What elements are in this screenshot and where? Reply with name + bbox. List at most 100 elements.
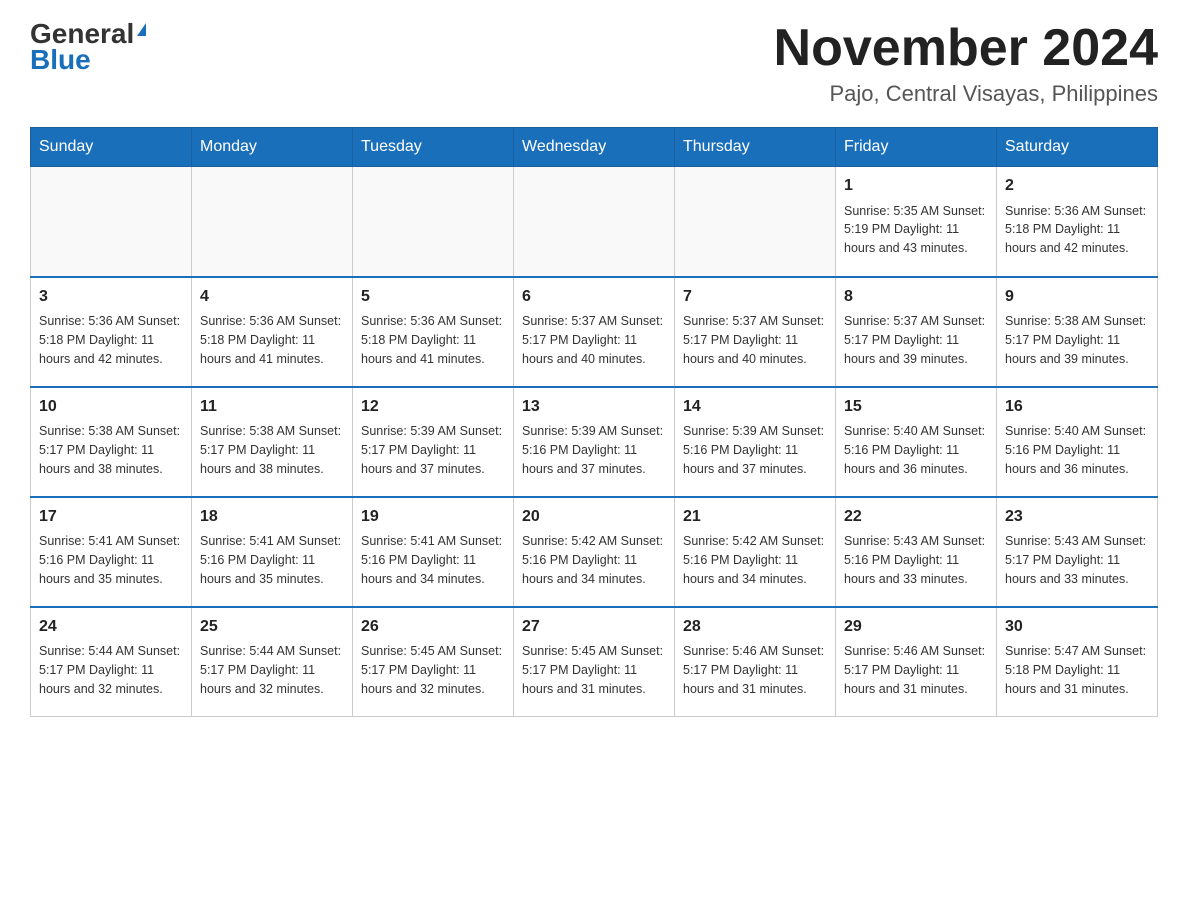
day-info: Sunrise: 5:46 AM Sunset: 5:17 PM Dayligh… (844, 642, 988, 698)
calendar-day-cell: 13 Sunrise: 5:39 AM Sunset: 5:16 PM Dayli… (514, 387, 675, 497)
day-of-week-header: Tuesday (353, 128, 514, 167)
calendar-day-cell: 8 Sunrise: 5:37 AM Sunset: 5:17 PM Daylig… (836, 277, 997, 387)
day-info: Sunrise: 5:37 AM Sunset: 5:17 PM Dayligh… (844, 312, 988, 368)
day-number: 4 (200, 286, 344, 308)
day-number: 10 (39, 396, 183, 418)
day-number: 1 (844, 175, 988, 197)
day-info: Sunrise: 5:45 AM Sunset: 5:17 PM Dayligh… (522, 642, 666, 698)
day-of-week-header: Monday (192, 128, 353, 167)
day-number: 28 (683, 616, 827, 638)
calendar-day-cell: 17 Sunrise: 5:41 AM Sunset: 5:16 PM Dayli… (31, 497, 192, 607)
calendar-day-cell: 9 Sunrise: 5:38 AM Sunset: 5:17 PM Daylig… (997, 277, 1158, 387)
calendar-day-cell: 23 Sunrise: 5:43 AM Sunset: 5:17 PM Dayli… (997, 497, 1158, 607)
day-info: Sunrise: 5:44 AM Sunset: 5:17 PM Dayligh… (39, 642, 183, 698)
calendar-week-row: 10 Sunrise: 5:38 AM Sunset: 5:17 PM Dayli… (31, 387, 1158, 497)
day-info: Sunrise: 5:36 AM Sunset: 5:18 PM Dayligh… (1005, 202, 1149, 258)
calendar-title: November 2024 (774, 20, 1158, 77)
day-number: 7 (683, 286, 827, 308)
day-number: 9 (1005, 286, 1149, 308)
day-number: 23 (1005, 506, 1149, 528)
day-info: Sunrise: 5:36 AM Sunset: 5:18 PM Dayligh… (361, 312, 505, 368)
day-info: Sunrise: 5:43 AM Sunset: 5:17 PM Dayligh… (1005, 532, 1149, 588)
calendar-day-cell: 26Sunrise: 5:45 AM Sunset: 5:17 PM Dayli… (353, 607, 514, 717)
calendar-week-row: 3 Sunrise: 5:36 AM Sunset: 5:18 PM Daylig… (31, 277, 1158, 387)
calendar-day-cell: 29 Sunrise: 5:46 AM Sunset: 5:17 PM Dayli… (836, 607, 997, 717)
calendar-day-cell: 6 Sunrise: 5:37 AM Sunset: 5:17 PM Daylig… (514, 277, 675, 387)
day-info: Sunrise: 5:43 AM Sunset: 5:16 PM Dayligh… (844, 532, 988, 588)
day-info: Sunrise: 5:39 AM Sunset: 5:16 PM Dayligh… (683, 422, 827, 478)
day-of-week-header: Saturday (997, 128, 1158, 167)
day-number: 5 (361, 286, 505, 308)
day-of-week-header: Thursday (675, 128, 836, 167)
day-number: 13 (522, 396, 666, 418)
day-info: Sunrise: 5:47 AM Sunset: 5:18 PM Dayligh… (1005, 642, 1149, 698)
day-number: 2 (1005, 175, 1149, 197)
calendar-week-row: 17 Sunrise: 5:41 AM Sunset: 5:16 PM Dayli… (31, 497, 1158, 607)
day-info: Sunrise: 5:41 AM Sunset: 5:16 PM Dayligh… (200, 532, 344, 588)
calendar-day-cell (514, 167, 675, 277)
calendar-day-cell: 20 Sunrise: 5:42 AM Sunset: 5:16 PM Dayli… (514, 497, 675, 607)
day-number: 6 (522, 286, 666, 308)
calendar-day-cell: 18 Sunrise: 5:41 AM Sunset: 5:16 PM Dayli… (192, 497, 353, 607)
calendar-table: SundayMondayTuesdayWednesdayThursdayFrid… (30, 127, 1158, 717)
day-number: 29 (844, 616, 988, 638)
day-number: 25 (200, 616, 344, 638)
day-number: 21 (683, 506, 827, 528)
day-of-week-header: Friday (836, 128, 997, 167)
day-info: Sunrise: 5:36 AM Sunset: 5:18 PM Dayligh… (39, 312, 183, 368)
calendar-day-cell: 10 Sunrise: 5:38 AM Sunset: 5:17 PM Dayli… (31, 387, 192, 497)
calendar-day-cell: 7 Sunrise: 5:37 AM Sunset: 5:17 PM Daylig… (675, 277, 836, 387)
day-number: 8 (844, 286, 988, 308)
calendar-week-row: 24 Sunrise: 5:44 AM Sunset: 5:17 PM Dayli… (31, 607, 1158, 717)
logo: General Blue (30, 20, 146, 76)
calendar-day-cell (31, 167, 192, 277)
calendar-day-cell: 4 Sunrise: 5:36 AM Sunset: 5:18 PM Daylig… (192, 277, 353, 387)
day-info: Sunrise: 5:35 AM Sunset: 5:19 PM Dayligh… (844, 202, 988, 258)
day-info: Sunrise: 5:37 AM Sunset: 5:17 PM Dayligh… (683, 312, 827, 368)
page-header: General Blue November 2024 Pajo, Central… (30, 20, 1158, 107)
day-info: Sunrise: 5:41 AM Sunset: 5:16 PM Dayligh… (361, 532, 505, 588)
calendar-subtitle: Pajo, Central Visayas, Philippines (774, 81, 1158, 107)
day-number: 30 (1005, 616, 1149, 638)
calendar-day-cell: 27 Sunrise: 5:45 AM Sunset: 5:17 PM Dayli… (514, 607, 675, 717)
calendar-header-row: SundayMondayTuesdayWednesdayThursdayFrid… (31, 128, 1158, 167)
day-number: 12 (361, 396, 505, 418)
day-info: Sunrise: 5:42 AM Sunset: 5:16 PM Dayligh… (683, 532, 827, 588)
day-info: Sunrise: 5:40 AM Sunset: 5:16 PM Dayligh… (1005, 422, 1149, 478)
day-number: 24 (39, 616, 183, 638)
day-number: 22 (844, 506, 988, 528)
calendar-day-cell: 28Sunrise: 5:46 AM Sunset: 5:17 PM Dayli… (675, 607, 836, 717)
calendar-day-cell: 16 Sunrise: 5:40 AM Sunset: 5:16 PM Dayli… (997, 387, 1158, 497)
day-number: 27 (522, 616, 666, 638)
day-number: 20 (522, 506, 666, 528)
day-number: 15 (844, 396, 988, 418)
calendar-day-cell: 11Sunrise: 5:38 AM Sunset: 5:17 PM Dayli… (192, 387, 353, 497)
calendar-day-cell: 22 Sunrise: 5:43 AM Sunset: 5:16 PM Dayli… (836, 497, 997, 607)
day-of-week-header: Wednesday (514, 128, 675, 167)
day-info: Sunrise: 5:40 AM Sunset: 5:16 PM Dayligh… (844, 422, 988, 478)
day-number: 14 (683, 396, 827, 418)
day-of-week-header: Sunday (31, 128, 192, 167)
day-number: 16 (1005, 396, 1149, 418)
day-number: 3 (39, 286, 183, 308)
day-number: 17 (39, 506, 183, 528)
day-number: 26 (361, 616, 505, 638)
calendar-day-cell: 19Sunrise: 5:41 AM Sunset: 5:16 PM Dayli… (353, 497, 514, 607)
day-info: Sunrise: 5:38 AM Sunset: 5:17 PM Dayligh… (1005, 312, 1149, 368)
day-number: 18 (200, 506, 344, 528)
calendar-day-cell: 2 Sunrise: 5:36 AM Sunset: 5:18 PM Daylig… (997, 167, 1158, 277)
day-info: Sunrise: 5:39 AM Sunset: 5:16 PM Dayligh… (522, 422, 666, 478)
day-info: Sunrise: 5:38 AM Sunset: 5:17 PM Dayligh… (39, 422, 183, 478)
day-info: Sunrise: 5:41 AM Sunset: 5:16 PM Dayligh… (39, 532, 183, 588)
calendar-day-cell (192, 167, 353, 277)
calendar-day-cell: 1 Sunrise: 5:35 AM Sunset: 5:19 PM Daylig… (836, 167, 997, 277)
day-info: Sunrise: 5:42 AM Sunset: 5:16 PM Dayligh… (522, 532, 666, 588)
calendar-day-cell: 30 Sunrise: 5:47 AM Sunset: 5:18 PM Dayli… (997, 607, 1158, 717)
calendar-day-cell (353, 167, 514, 277)
day-info: Sunrise: 5:39 AM Sunset: 5:17 PM Dayligh… (361, 422, 505, 478)
day-info: Sunrise: 5:36 AM Sunset: 5:18 PM Dayligh… (200, 312, 344, 368)
day-info: Sunrise: 5:37 AM Sunset: 5:17 PM Dayligh… (522, 312, 666, 368)
calendar-day-cell (675, 167, 836, 277)
calendar-day-cell: 5 Sunrise: 5:36 AM Sunset: 5:18 PM Daylig… (353, 277, 514, 387)
day-number: 11 (200, 396, 344, 418)
